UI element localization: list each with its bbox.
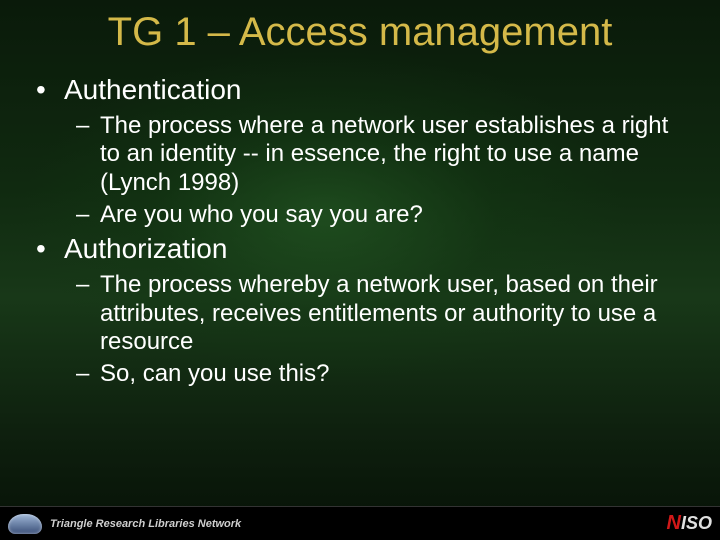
bullet-label: Authorization [64,233,227,265]
bullet-authentication: • Authentication [36,74,690,106]
dash-icon: – [76,360,100,388]
sub-bullet: – Are you who you say you are? [76,201,690,229]
bullet-icon: • [36,233,64,265]
niso-n: N [667,512,681,535]
niso-logo: NISO [667,512,712,535]
bullet-icon: • [36,74,64,106]
sub-bullet-text: The process where a network user establi… [100,112,690,197]
dash-icon: – [76,201,100,229]
slide-title: TG 1 – Access management [0,10,720,55]
slide-content: • Authentication – The process where a n… [36,70,690,393]
niso-iso: ISO [681,513,712,534]
bullet-label: Authentication [64,74,241,106]
dash-icon: – [76,112,100,197]
sub-bullet: – The process whereby a network user, ba… [76,271,690,356]
trln-logo-icon [8,514,42,534]
sub-bullet: – So, can you use this? [76,360,690,388]
sub-bullet-text: The process whereby a network user, base… [100,271,690,356]
dash-icon: – [76,271,100,356]
sub-bullet-text: So, can you use this? [100,360,329,388]
sub-bullet-text: Are you who you say you are? [100,201,423,229]
footer-bar: Triangle Research Libraries Network NISO [0,506,720,540]
slide: TG 1 – Access management • Authenticatio… [0,0,720,540]
trln-text: Triangle Research Libraries Network [50,518,241,530]
trln-badge: Triangle Research Libraries Network [8,514,241,534]
sub-bullet: – The process where a network user estab… [76,112,690,197]
bullet-authorization: • Authorization [36,233,690,265]
